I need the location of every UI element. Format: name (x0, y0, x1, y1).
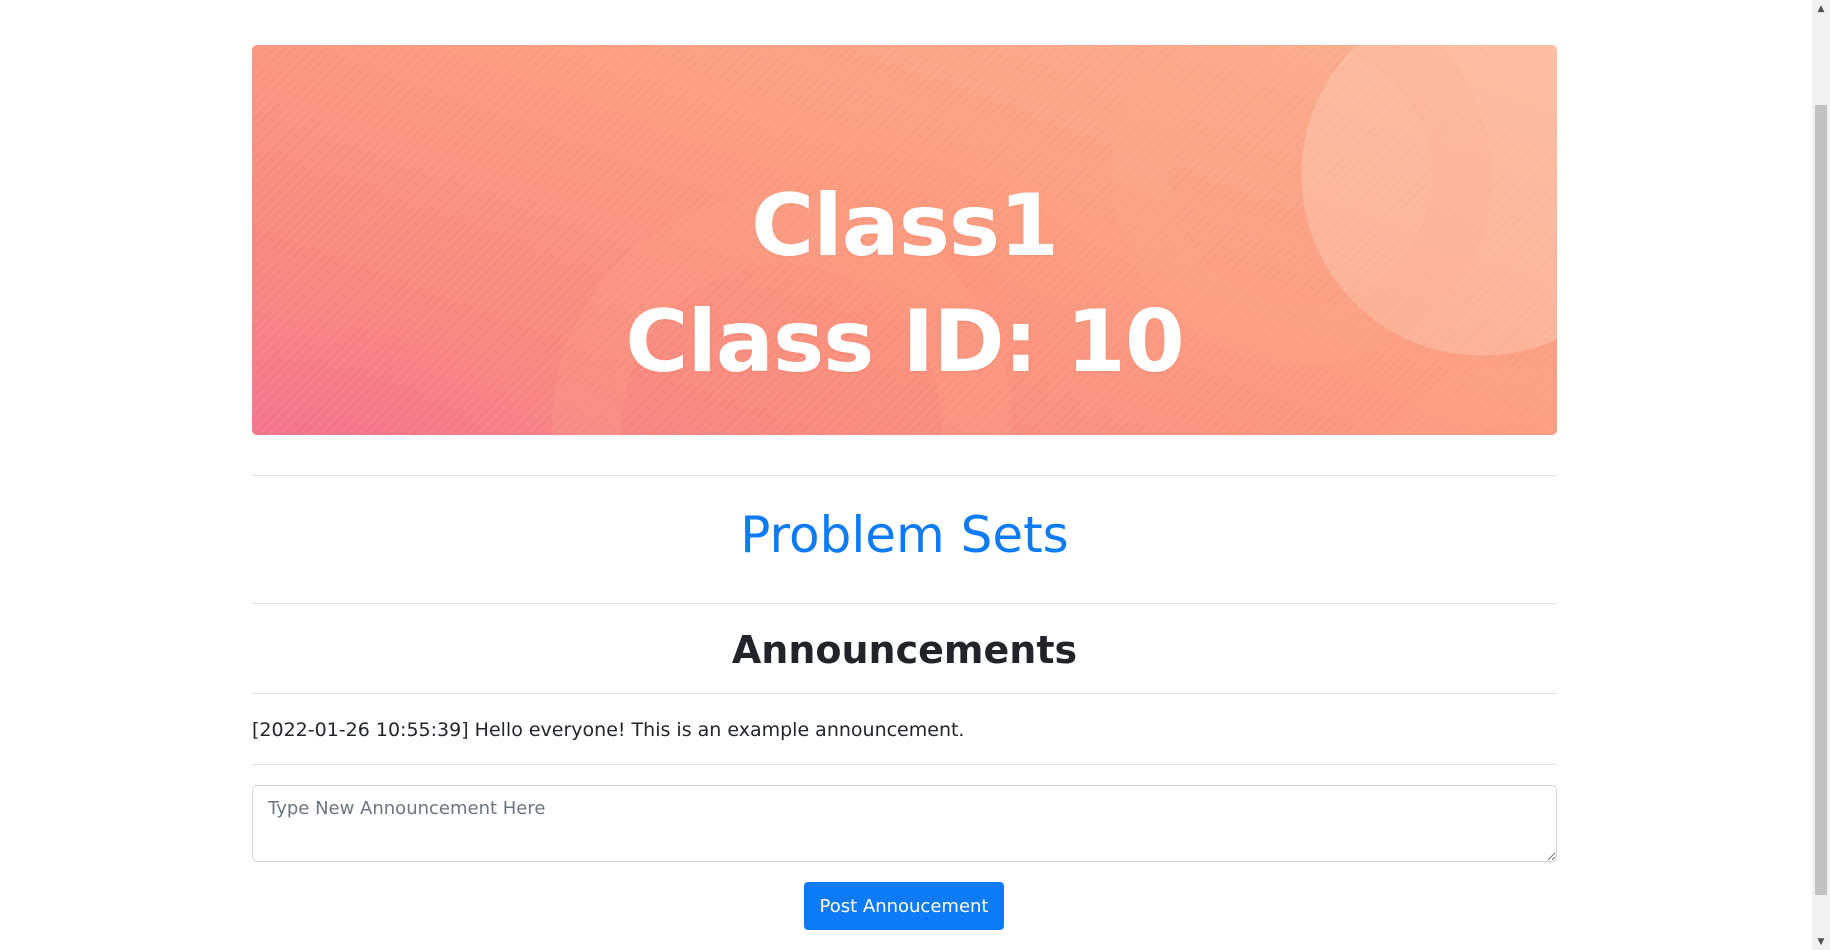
class-banner: Class1 Class ID: 10 (252, 45, 1557, 435)
vertical-scrollbar[interactable]: ▲ ▼ (1812, 0, 1830, 950)
class-name-title: Class1 (751, 176, 1059, 276)
class-id-title: Class ID: 10 (625, 292, 1184, 392)
divider (252, 764, 1557, 765)
new-announcement-input[interactable] (252, 785, 1557, 862)
announcements-heading: Announcements (731, 628, 1078, 672)
scroll-up-icon[interactable]: ▲ (1812, 0, 1830, 17)
post-announcement-button[interactable]: Post Annoucement (804, 882, 1004, 930)
divider (252, 693, 1557, 694)
problem-sets-link[interactable]: Problem Sets (252, 505, 1557, 565)
divider (252, 475, 1557, 476)
announcement-item: [2022-01-26 10:55:39] Hello everyone! Th… (252, 719, 965, 741)
scroll-down-icon[interactable]: ▼ (1812, 933, 1830, 950)
page: Class1 Class ID: 10 Problem Sets Announc… (0, 0, 1830, 950)
divider (252, 603, 1557, 604)
scrollbar-thumb[interactable] (1815, 105, 1827, 895)
